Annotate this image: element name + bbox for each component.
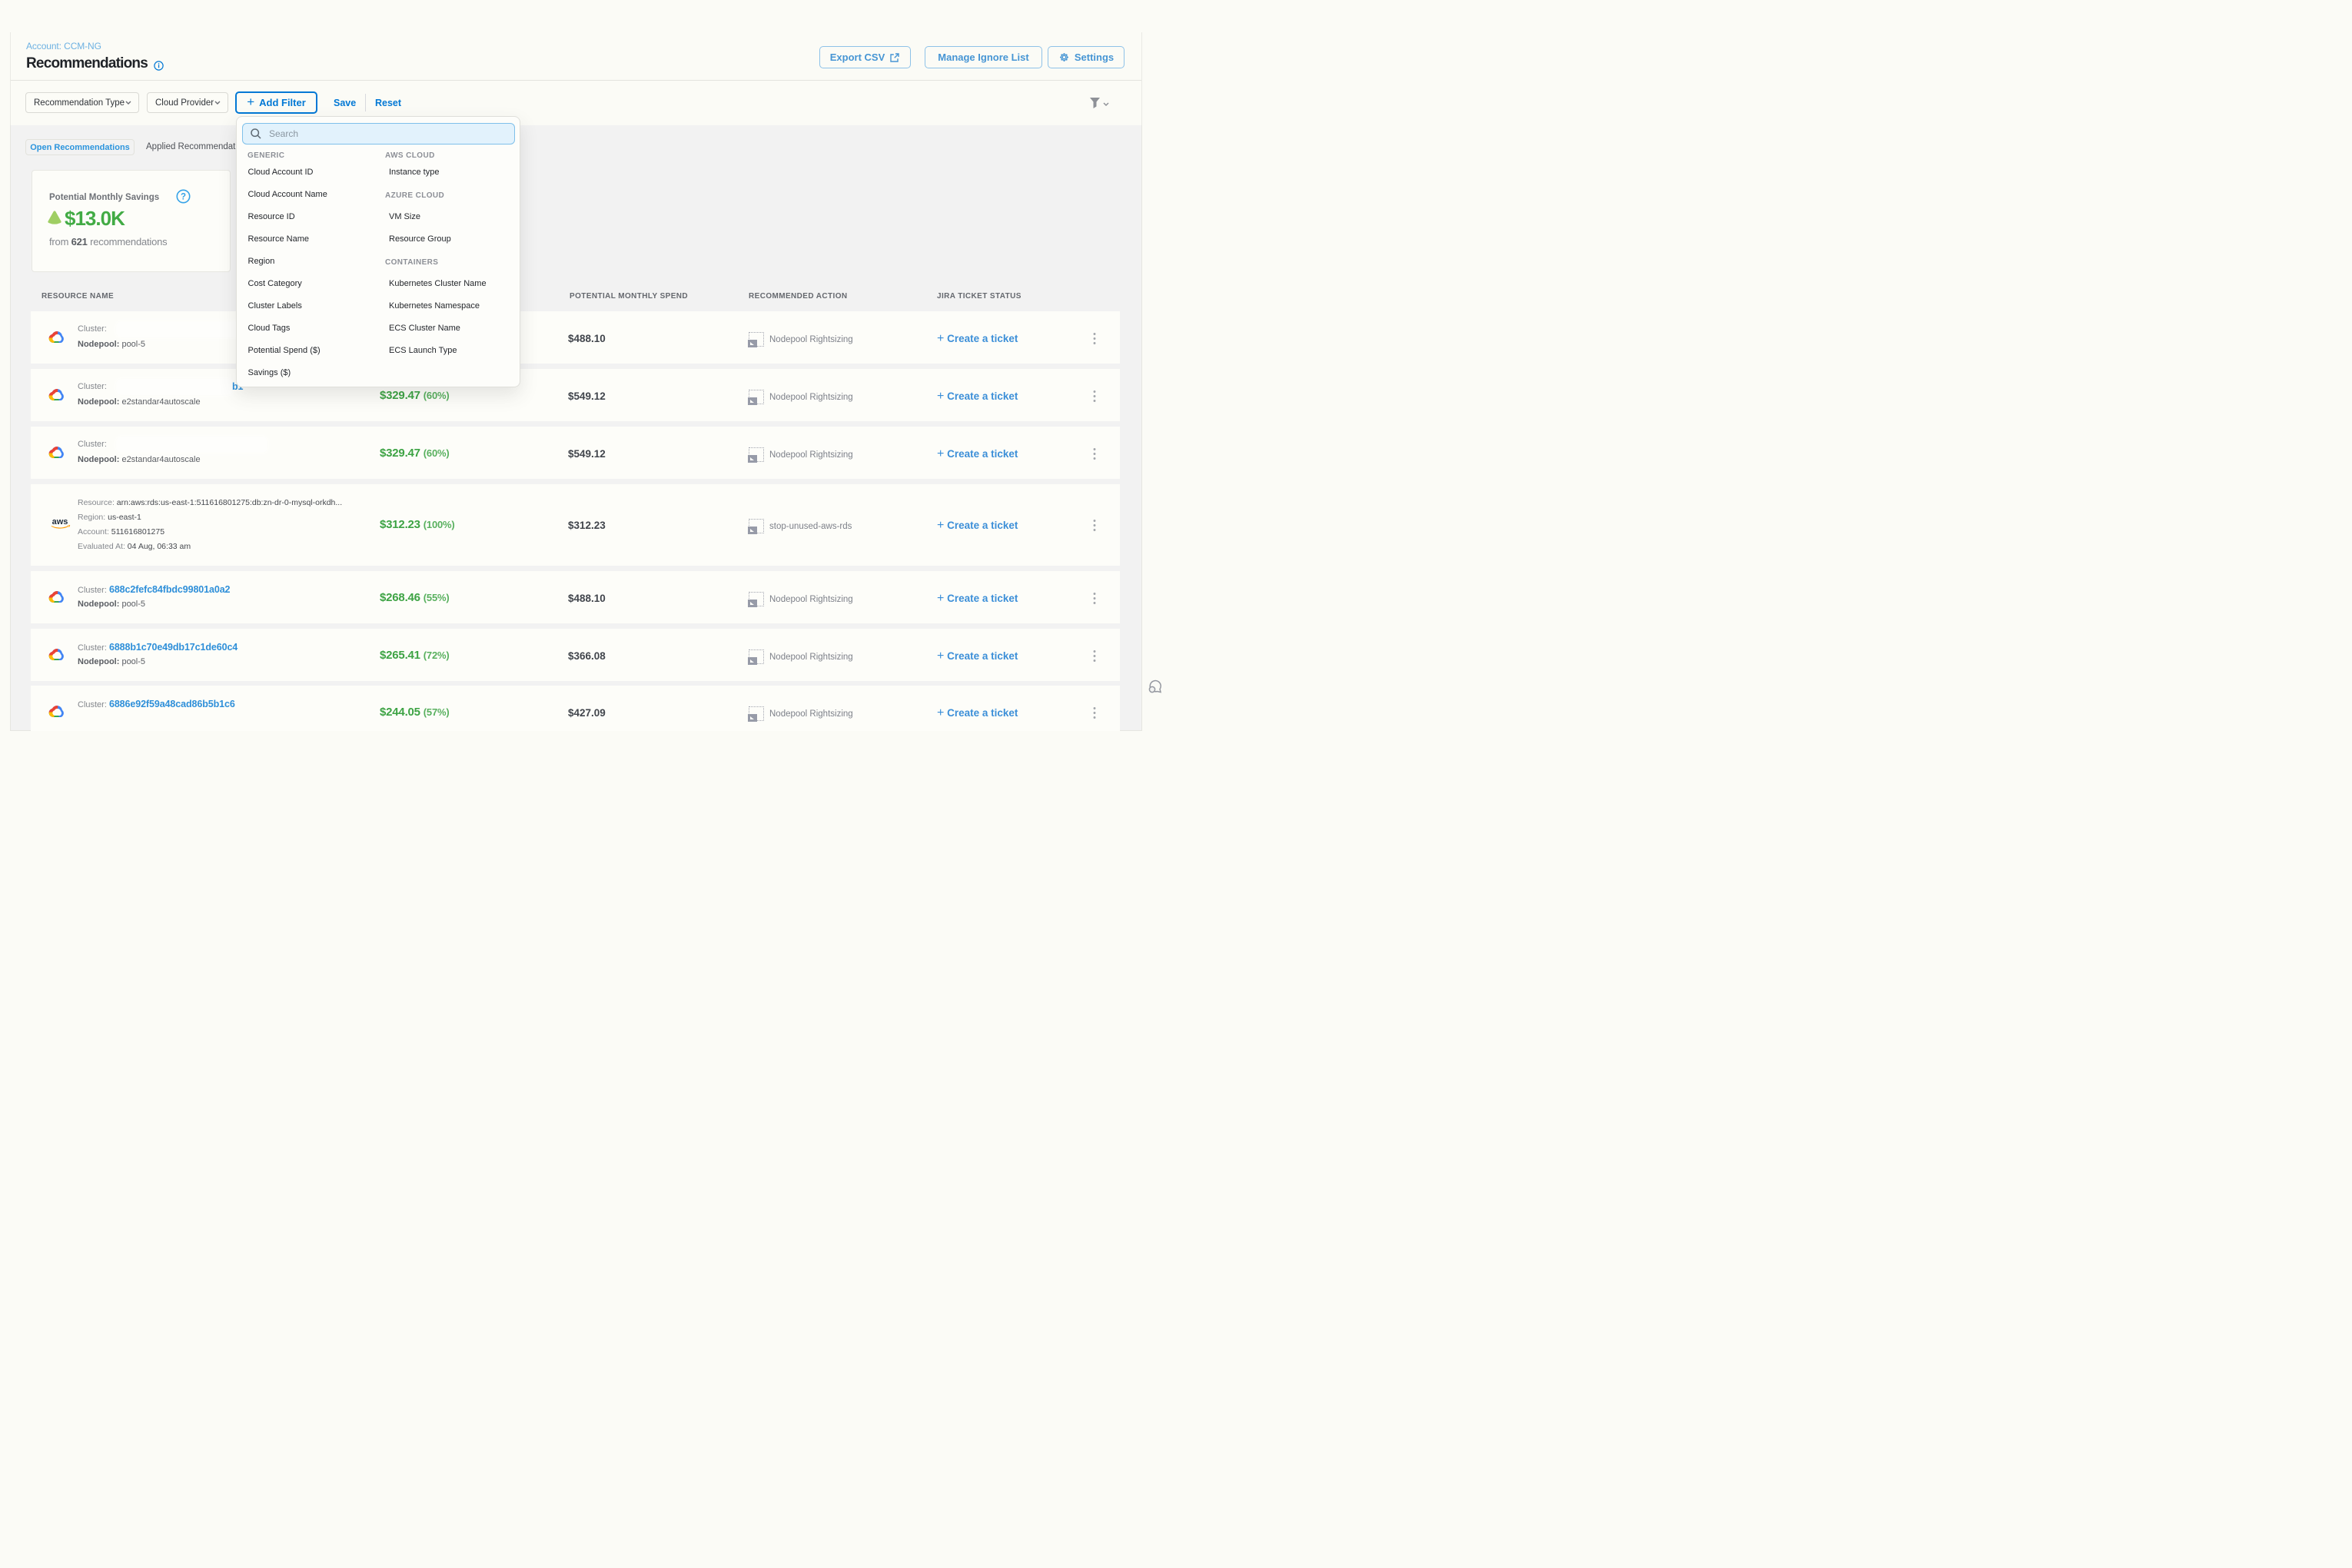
svg-text:?: ?: [181, 193, 186, 202]
